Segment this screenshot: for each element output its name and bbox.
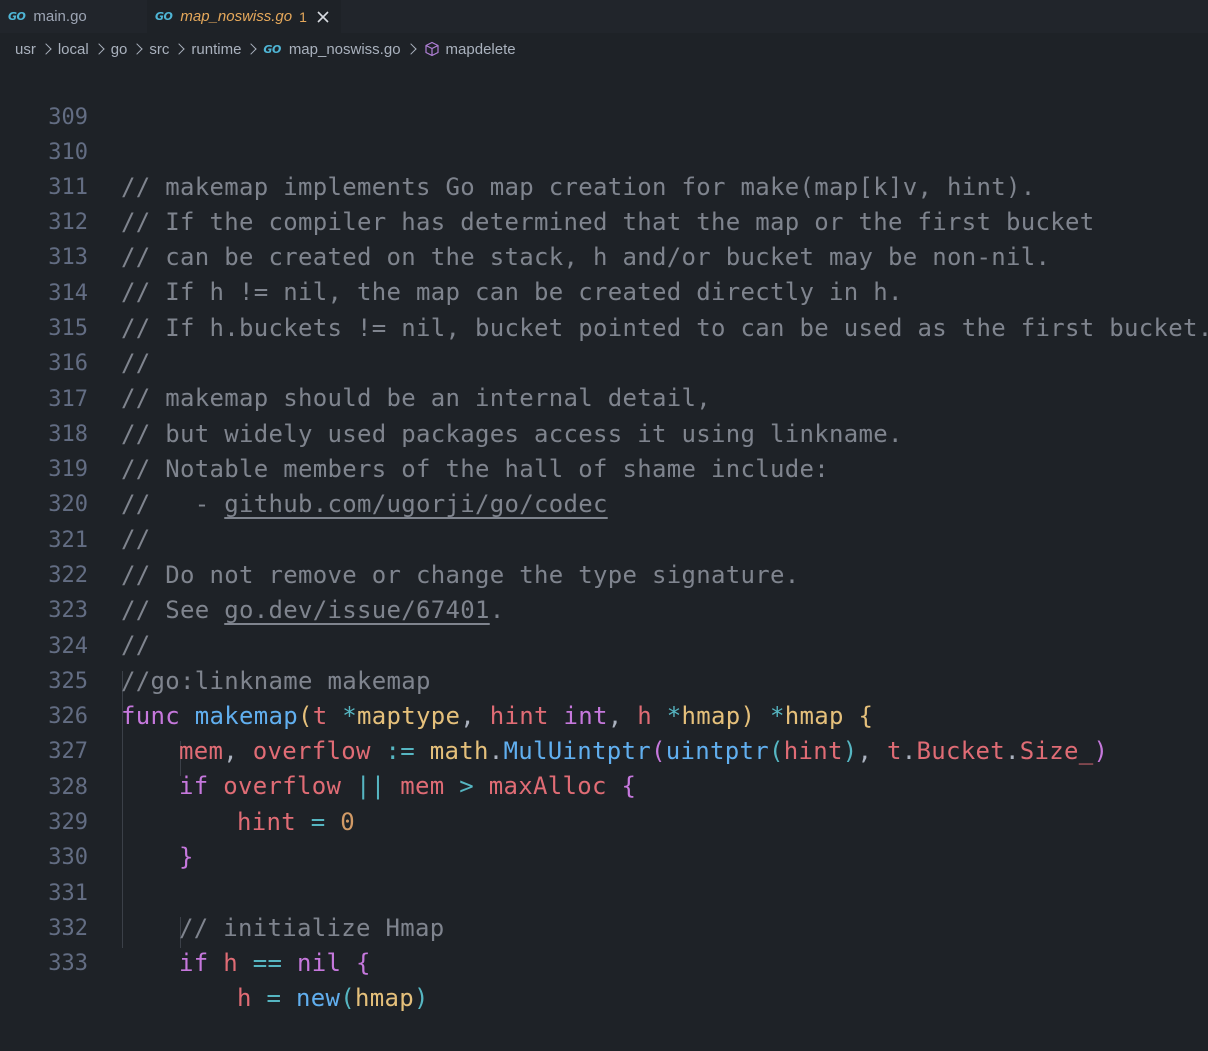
code-text: h = new(hmap)	[237, 984, 429, 1012]
code-line: 309	[0, 65, 1208, 130]
chevron-right-icon	[173, 43, 186, 55]
tab-map-noswiss-go[interactable]: GO map_noswiss.go 1	[147, 0, 341, 33]
code-line: 327 if overflow || mem > maxAlloc {	[0, 699, 1208, 800]
code-line: 318 // Notable members of the hall of sh…	[0, 382, 1208, 483]
go-file-icon: GO	[263, 42, 281, 56]
breadcrumb-item-runtime[interactable]: runtime	[191, 41, 241, 58]
code-line: 324 //go:linkname makemap	[0, 594, 1208, 695]
breadcrumb-item-usr[interactable]: usr	[15, 41, 36, 58]
code-line: 329 }	[0, 770, 1208, 871]
code-editor[interactable]: 309 310 // makemap implements Go map cre…	[0, 65, 1208, 1012]
breadcrumb-item-go[interactable]: go	[111, 41, 128, 58]
breadcrumb: usr local go src runtime GO map_noswiss.…	[0, 33, 1208, 65]
chevron-right-icon	[404, 43, 417, 55]
code-line: 320 //	[0, 452, 1208, 553]
go-file-icon: GO	[155, 10, 173, 23]
code-line: 321 // Do not remove or change the type …	[0, 488, 1208, 589]
cube-method-icon	[423, 40, 441, 58]
code-line: 330	[0, 805, 1208, 870]
code-line: 319 // - github.com/ugorji/go/codec	[0, 417, 1208, 518]
breadcrumb-item-src[interactable]: src	[149, 41, 169, 58]
code-line: 331 // initialize Hmap	[0, 841, 1208, 942]
problem-count-badge: 1	[299, 8, 307, 25]
breadcrumb-item-file[interactable]: GO map_noswiss.go	[263, 41, 400, 58]
code-line: 332 if h == nil {	[0, 876, 1208, 977]
chevron-right-icon	[40, 43, 52, 55]
breadcrumb-file-label: map_noswiss.go	[288, 40, 401, 58]
code-line: 315 //	[0, 276, 1208, 377]
code-line: 322 // See go.dev/issue/67401.	[0, 523, 1208, 624]
code-line: 314 // If h.buckets != nil, bucket point…	[0, 241, 1208, 342]
breadcrumb-item-local[interactable]: local	[58, 41, 89, 58]
tab-label: main.go	[33, 8, 87, 25]
chevron-right-icon	[93, 43, 105, 55]
close-icon[interactable]	[315, 9, 331, 25]
code-line: 317 // but widely used packages access i…	[0, 347, 1208, 448]
tab-label: map_noswiss.go	[180, 8, 293, 25]
code-line: 310 // makemap implements Go map creatio…	[0, 100, 1208, 201]
code-line: 316 // makemap should be an internal det…	[0, 311, 1208, 412]
chevron-right-icon	[131, 43, 144, 55]
code-line: 311 // If the compiler has determined th…	[0, 135, 1208, 236]
breadcrumb-item-symbol[interactable]: mapdelete	[423, 40, 516, 58]
code-line: 326 mem, overflow := math.MulUintptr(uin…	[0, 664, 1208, 765]
code-line: 333 h = new(hmap)	[0, 911, 1208, 1012]
line-number: 333	[48, 951, 88, 976]
go-file-icon: GO	[8, 10, 26, 23]
breadcrumb-symbol-label: mapdelete	[445, 40, 516, 58]
code-line: 328 hint = 0	[0, 735, 1208, 836]
tab-main-go[interactable]: GO main.go	[0, 0, 147, 33]
chevron-right-icon	[245, 43, 258, 55]
code-text: if h == nil {	[179, 949, 371, 977]
code-line: 325 func makemap(t *maptype, hint int, h…	[0, 629, 1208, 730]
code-line: 312 // can be created on the stack, h an…	[0, 170, 1208, 271]
tab-bar: GO main.go GO map_noswiss.go 1	[0, 0, 1208, 33]
code-line: 313 // If h != nil, the map can be creat…	[0, 205, 1208, 306]
code-line: 323 //	[0, 558, 1208, 659]
